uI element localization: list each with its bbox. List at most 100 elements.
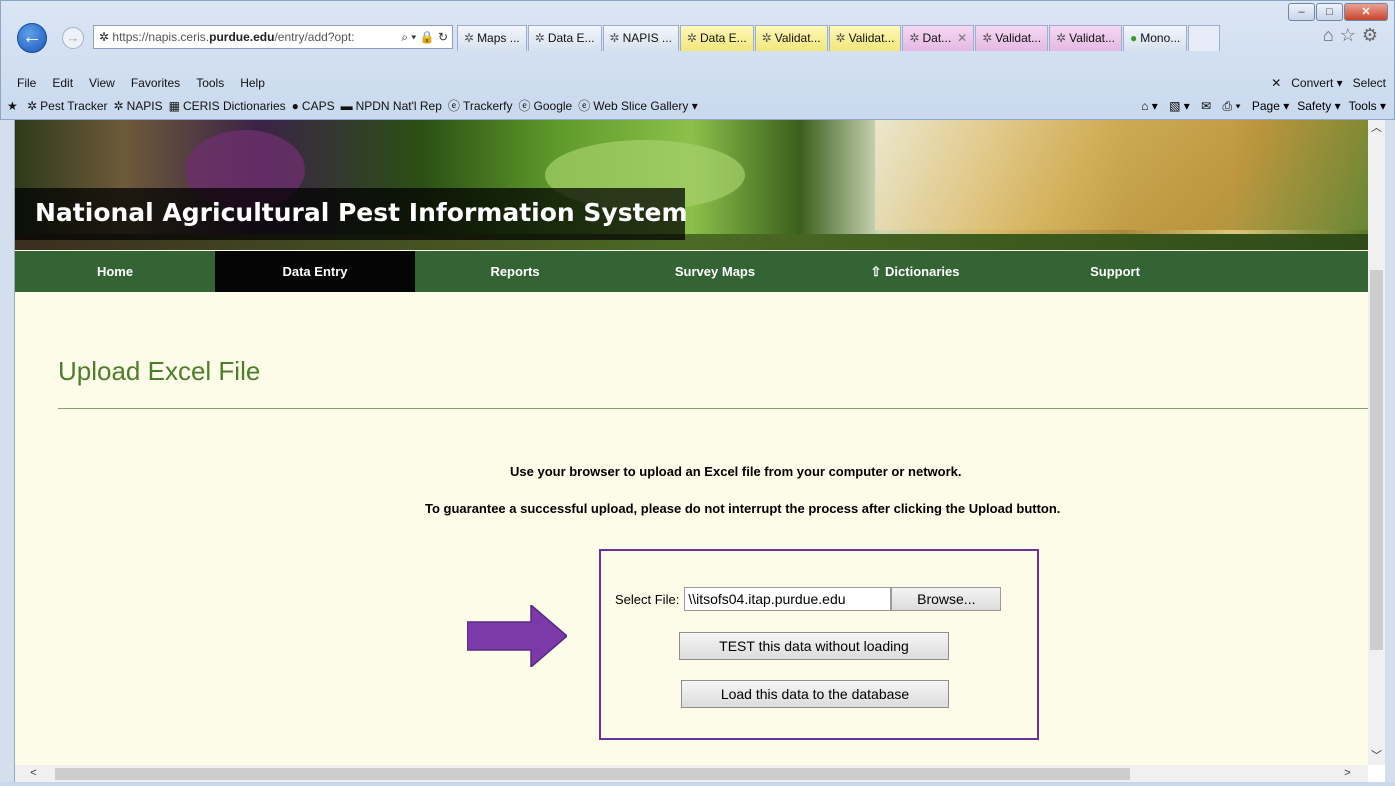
browser-tab[interactable]: ✲ Validat... — [975, 25, 1049, 51]
favorite-link[interactable]: ✲ NAPIS — [114, 95, 163, 117]
maximize-button[interactable]: □ — [1316, 3, 1343, 21]
nav-item[interactable]: Reports — [415, 251, 615, 292]
browser-tab[interactable]: ✲ Data E... — [527, 25, 602, 51]
forward-button[interactable]: → — [62, 27, 84, 49]
navigation-row: ← → ✲ https://napis.ceris.purdue.edu/ent… — [1, 23, 1394, 53]
browser-tab[interactable]: ✲ Data E... — [679, 25, 754, 51]
banner-wheat-image — [875, 120, 1368, 230]
command-bar-item[interactable]: Tools ▾ — [1349, 99, 1386, 113]
address-controls[interactable]: ⌕ ▾ 🔒 ↻ — [401, 26, 448, 48]
menu-right-item[interactable]: Select — [1353, 73, 1386, 93]
favorite-icon: ⓔ — [518, 99, 531, 113]
command-bar-item[interactable]: Page ▾ — [1252, 99, 1289, 113]
nav-item[interactable]: ⇧ Dictionaries — [815, 251, 1015, 292]
browser-tab-label: Maps ... — [477, 31, 520, 45]
home-icon[interactable]: ⌂ ▾ — [1141, 99, 1158, 113]
favorite-icon: ✲ — [113, 99, 124, 113]
menu-item[interactable]: File — [17, 73, 36, 93]
browser-tab[interactable]: ✲ Maps ... — [457, 25, 527, 51]
menu-item[interactable]: Tools — [196, 73, 224, 93]
address-bar[interactable]: ✲ https://napis.ceris.purdue.edu/entry/a… — [93, 25, 453, 49]
print-icon[interactable]: ⎙ ▾ — [1223, 99, 1241, 113]
site-favicon-icon: ✲ — [982, 31, 993, 45]
scroll-right-icon[interactable]: > — [1339, 765, 1356, 782]
upload-panel: Select File: \\itsofs04.itap.purdue.edu … — [599, 549, 1039, 740]
site-favicon-icon: ✲ — [1056, 31, 1067, 45]
browser-tab[interactable]: ✲ NAPIS ... — [602, 25, 679, 51]
test-data-button[interactable]: TEST this data without loading — [679, 632, 949, 660]
menu-item[interactable]: Favorites — [131, 73, 180, 93]
favorite-link[interactable]: ▬ NPDN Nat'l Rep — [341, 95, 442, 117]
favorite-link[interactable]: ⓔ Google — [519, 95, 573, 117]
favorite-icon: ⓔ — [578, 99, 591, 113]
upload-warning: To guarantee a successful upload, please… — [425, 501, 1061, 516]
browser-tab-label: Validat... — [1069, 31, 1115, 45]
command-bar-item[interactable]: Safety ▾ — [1297, 99, 1340, 113]
close-tab-icon[interactable]: ✕ — [957, 31, 967, 45]
favorite-link[interactable]: ▦ CERIS Dictionaries — [169, 95, 286, 117]
horizontal-scroll-thumb[interactable] — [55, 768, 1130, 780]
scroll-left-icon[interactable]: < — [25, 765, 42, 782]
favorites-star-icon[interactable]: ★ — [7, 95, 18, 117]
mail-icon[interactable]: ✉ — [1201, 99, 1211, 113]
site-favicon-icon: ✲ — [609, 31, 620, 45]
favorite-label: Trackerfy — [462, 99, 513, 113]
file-path-input[interactable]: \\itsofs04.itap.purdue.edu — [684, 587, 892, 611]
pointer-arrow-icon — [467, 605, 567, 667]
nav-item[interactable]: Home — [15, 251, 215, 292]
site-banner: National Agricultural Pest Information S… — [15, 120, 1368, 250]
menu-item[interactable]: Edit — [52, 73, 73, 93]
nav-item[interactable]: Survey Maps — [615, 251, 815, 292]
favorite-link[interactable]: ⓔ Trackerfy — [448, 95, 513, 117]
browser-tab-label: Validat... — [774, 31, 821, 45]
scroll-down-icon[interactable]: ﹀ — [1368, 748, 1385, 765]
menu-right-item[interactable]: ✕ — [1271, 73, 1281, 93]
back-button[interactable]: ← — [17, 23, 47, 53]
scroll-up-icon[interactable]: ︿ — [1368, 120, 1385, 137]
minimize-button[interactable]: – — [1288, 3, 1315, 21]
main-navigation: Home Data Entry Reports Survey Maps ⇧ Dictio… — [15, 251, 1368, 292]
leaf-icon: ● — [1129, 31, 1138, 45]
address-prefix: https://napis.ceris. — [112, 30, 210, 44]
upload-instruction: Use your browser to upload an Excel file… — [510, 464, 962, 479]
site-favicon-icon: ✲ — [686, 31, 697, 45]
menu-item[interactable]: View — [89, 73, 115, 93]
site-favicon-icon: ✲ — [909, 31, 920, 45]
browser-tab[interactable]: ✲ Validat... — [828, 25, 902, 51]
browser-tab[interactable]: ✲ Validat... — [754, 25, 828, 51]
select-file-label: Select File: — [615, 591, 680, 607]
heading-divider — [58, 408, 1368, 409]
close-window-button[interactable]: ✕ — [1344, 3, 1388, 21]
favorite-label: CAPS — [301, 99, 335, 113]
site-favicon-icon: ✲ — [835, 31, 846, 45]
horizontal-scrollbar[interactable]: < > — [15, 765, 1368, 782]
favorite-icon: ▦ — [168, 99, 180, 113]
vertical-scrollbar[interactable]: ︿ ﹀ — [1368, 120, 1385, 765]
menu-right-item[interactable]: Convert ▾ — [1291, 73, 1342, 93]
vertical-scroll-thumb[interactable] — [1370, 270, 1383, 650]
favorite-icon: ⓔ — [447, 99, 460, 113]
site-favicon-icon: ✲ — [99, 30, 113, 44]
nav-item[interactable]: Data Entry — [215, 251, 415, 292]
window-frame-right — [1385, 120, 1395, 786]
browser-tab-label: Dat... — [922, 31, 952, 45]
browser-tab[interactable]: ● Mono... — [1122, 25, 1188, 51]
new-tab-button[interactable] — [1188, 25, 1221, 51]
nav-item[interactable]: Support — [1015, 251, 1215, 292]
browse-button[interactable]: Browse... — [891, 587, 1002, 611]
browser-tab[interactable]: ✲ Validat... — [1049, 25, 1122, 51]
load-data-button[interactable]: Load this data to the database — [681, 680, 949, 708]
home-favorites-settings-icons[interactable]: ⌂☆⚙ — [1323, 25, 1384, 46]
browser-tab-label: Validat... — [848, 31, 895, 45]
site-title: National Agricultural Pest Information S… — [35, 198, 688, 227]
favorite-link[interactable]: ✲ Pest Tracker — [27, 95, 107, 117]
browser-tab-label: Validat... — [995, 31, 1042, 45]
favorites-bar: ★ ✲ Pest Tracker ✲ NAPIS ▦ CERIS Dictionaries… — [1, 95, 1394, 117]
favorite-link[interactable]: ⓔ Web Slice Gallery ▾ — [578, 95, 698, 117]
menu-bar-right: ✕ Convert ▾ Select — [1261, 73, 1386, 93]
menu-item[interactable]: Help — [240, 73, 265, 93]
favorite-link[interactable]: ● CAPS — [292, 95, 335, 117]
feeds-icon[interactable]: ▧ ▾ — [1169, 99, 1190, 113]
browser-tab[interactable]: ✲ Dat... ✕ — [902, 25, 975, 51]
browser-tab-label: Data E... — [699, 31, 747, 45]
